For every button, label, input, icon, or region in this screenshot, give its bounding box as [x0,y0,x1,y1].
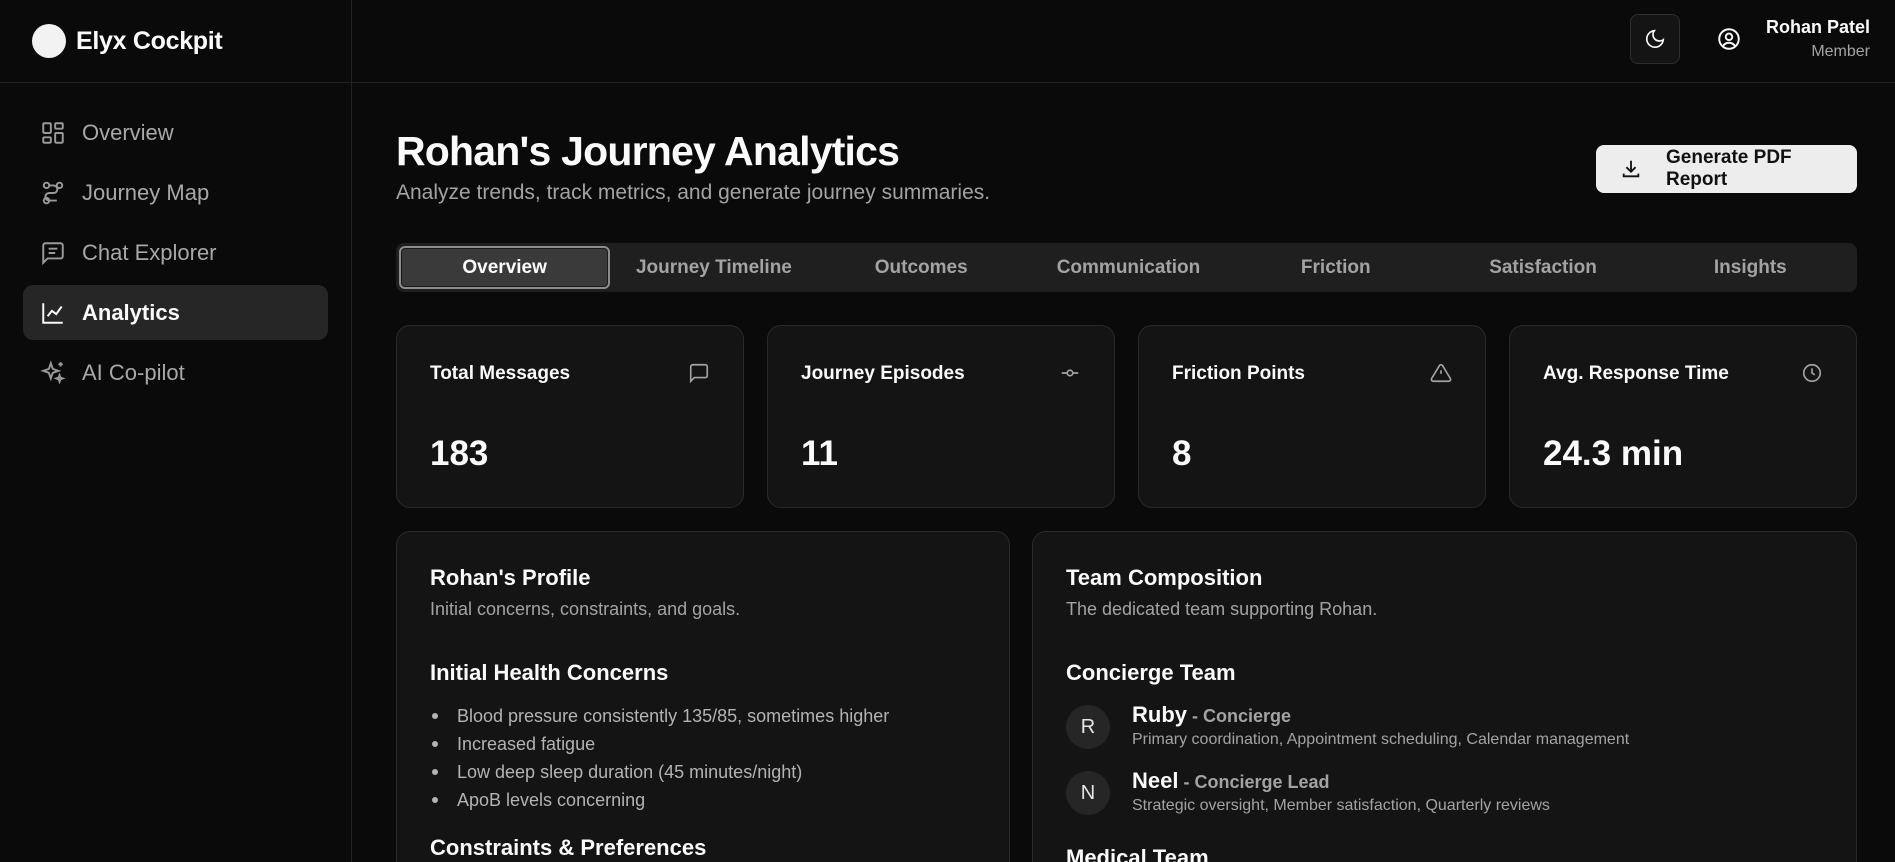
member-responsibilities: Strategic oversight, Member satisfaction… [1132,797,1550,814]
message-square-icon [688,362,710,384]
stat-label: Friction Points [1172,363,1305,384]
line-chart-icon [40,300,66,326]
alert-triangle-icon [1430,362,1452,384]
stat-card-total-messages: Total Messages 183 [396,325,744,508]
sidebar-item-journey-map[interactable]: Journey Map [23,165,328,220]
tab-satisfaction[interactable]: Satisfaction [1439,246,1646,289]
analytics-tabs: Overview Journey Timeline Outcomes Commu… [396,243,1857,292]
stat-label: Avg. Response Time [1543,363,1729,384]
sidebar: Elyx Cockpit Overview Journey Map Chat E… [0,0,352,862]
theme-toggle-button[interactable] [1630,14,1680,64]
clock-icon [1801,362,1823,384]
stat-card-journey-episodes: Journey Episodes 11 [767,325,1115,508]
user-name: Rohan Patel [1765,17,1870,37]
download-icon [1620,158,1666,180]
concerns-heading: Initial Health Concerns [430,660,669,685]
sidebar-item-label: Overview [82,119,174,145]
sidebar-nav: Overview Journey Map Chat Explorer Analy… [0,83,351,427]
stat-label: Total Messages [430,363,571,384]
team-member: R Ruby - Concierge Primary coordination,… [1066,702,1629,749]
member-name: Ruby [1132,702,1187,727]
sidebar-item-chat-explorer[interactable]: Chat Explorer [23,225,328,280]
medical-heading: Medical Team [1066,845,1209,862]
concierge-heading: Concierge Team [1066,660,1236,685]
stat-card-avg-response-time: Avg. Response Time 24.3 min [1509,325,1857,508]
tab-communication[interactable]: Communication [1025,246,1232,289]
list-item: ApoB levels concerning [430,786,889,814]
stat-card-friction-points: Friction Points 8 [1138,325,1486,508]
sidebar-item-overview[interactable]: Overview [23,105,328,160]
sidebar-item-analytics[interactable]: Analytics [23,285,328,340]
team-description: The dedicated team supporting Rohan. [1066,599,1378,619]
list-item: Blood pressure consistently 135/85, some… [430,702,889,730]
profile-title: Rohan's Profile [430,565,591,590]
avatar: R [1066,705,1110,749]
team-title: Team Composition [1066,565,1263,590]
user-circle-icon[interactable] [1716,26,1742,52]
sparkles-icon [40,359,66,386]
page-title: Rohan's Journey Analytics [396,128,900,174]
stat-label: Journey Episodes [801,363,965,384]
stat-value: 8 [1172,434,1192,473]
sidebar-item-ai-copilot[interactable]: AI Co-pilot [23,345,328,400]
list-item: Increased fatigue [430,730,889,758]
tab-overview[interactable]: Overview [399,246,611,289]
brand-logo [32,24,66,58]
stat-value: 183 [430,434,489,473]
member-info: Neel - Concierge Lead Strategic oversigh… [1132,768,1550,815]
member-line: Ruby - Concierge [1132,702,1629,728]
user-role: Member [1811,43,1870,60]
tab-outcomes[interactable]: Outcomes [818,246,1025,289]
brand[interactable]: Elyx Cockpit [0,0,351,83]
brand-name: Elyx Cockpit [76,26,223,55]
generate-pdf-label: Generate PDF Report [1666,147,1792,190]
generate-pdf-button[interactable]: Generate PDF Report [1596,145,1857,193]
team-member: N Neel - Concierge Lead Strategic oversi… [1066,768,1550,815]
avatar: N [1066,771,1110,815]
sidebar-item-label: Journey Map [82,179,210,205]
list-item: Low deep sleep duration (45 minutes/nigh… [430,758,889,786]
sidebar-item-label: Analytics [82,299,180,325]
member-role: - Concierge [1187,706,1292,726]
page-subtitle: Analyze trends, track metrics, and gener… [396,181,991,204]
member-role: - Concierge Lead [1178,772,1330,792]
message-square-text-icon [40,240,66,266]
constraints-heading: Constraints & Preferences [430,835,707,860]
member-name: Neel [1132,768,1179,793]
member-info: Ruby - Concierge Primary coordination, A… [1132,702,1629,749]
profile-card: Rohan's Profile Initial concerns, constr… [396,531,1010,862]
tab-journey-timeline[interactable]: Journey Timeline [610,246,817,289]
stat-value: 11 [801,434,838,473]
team-card: Team Composition The dedicated team supp… [1032,531,1857,862]
route-icon [40,180,66,206]
member-line: Neel - Concierge Lead [1132,768,1550,794]
sidebar-item-label: Chat Explorer [82,239,217,265]
stat-value: 24.3 min [1543,434,1684,473]
git-commit-icon [1059,362,1081,384]
sidebar-item-label: AI Co-pilot [82,359,185,385]
concerns-list: Blood pressure consistently 135/85, some… [430,702,889,814]
profile-description: Initial concerns, constraints, and goals… [430,599,741,619]
tab-insights[interactable]: Insights [1647,246,1854,289]
dashboard-grid-icon [40,120,66,146]
tab-friction[interactable]: Friction [1232,246,1439,289]
moon-icon [1644,28,1666,50]
member-responsibilities: Primary coordination, Appointment schedu… [1132,731,1630,748]
